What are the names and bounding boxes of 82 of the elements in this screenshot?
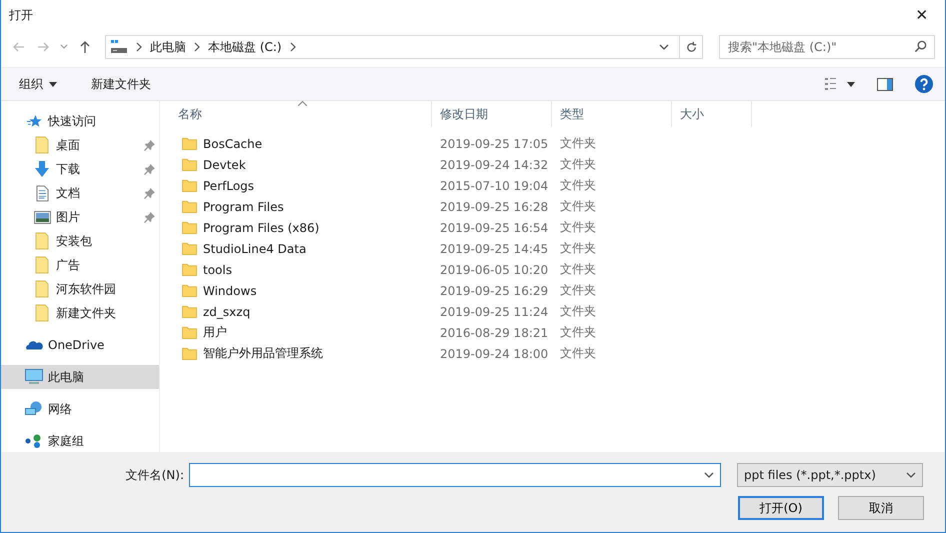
file-row[interactable]: tools 2019-06-05 10:20 文件夹 — [170, 259, 945, 280]
nav-item[interactable]: 下载 — [1, 157, 159, 181]
new-folder-button[interactable]: 新建文件夹 — [85, 72, 157, 96]
drive-icon — [110, 39, 128, 55]
pin-icon[interactable] — [144, 212, 155, 222]
star-icon — [26, 114, 42, 128]
nav-item[interactable]: 家庭组 — [1, 429, 159, 453]
document-icon — [36, 184, 48, 202]
folder-icon — [182, 137, 197, 150]
network-icon — [25, 401, 43, 417]
file-row[interactable]: PerfLogs 2015-07-10 19:04 文件夹 — [170, 175, 945, 196]
folder-icon — [35, 304, 49, 322]
pin-icon[interactable] — [144, 164, 155, 174]
file-row[interactable]: Program Files 2019-09-25 16:28 文件夹 — [170, 196, 945, 217]
view-options-icon[interactable] — [825, 77, 855, 91]
open-button[interactable]: 打开(O) — [738, 496, 824, 520]
folder-icon — [182, 221, 197, 234]
cloud-icon — [25, 339, 43, 351]
chevron-right-icon[interactable] — [290, 42, 296, 52]
folder-icon — [35, 256, 49, 274]
folder-icon — [182, 242, 197, 255]
nav-item[interactable]: 新建文件夹 — [1, 301, 159, 325]
folder-icon — [35, 280, 49, 298]
download-arrow-icon — [34, 161, 50, 177]
close-button[interactable]: ✕ — [899, 0, 945, 30]
window-title: 打开 — [9, 6, 34, 24]
preview-pane-icon[interactable] — [877, 78, 893, 90]
file-row[interactable]: Windows 2019-09-25 16:29 文件夹 — [170, 280, 945, 301]
column-header[interactable]: 大小 — [672, 101, 752, 127]
file-row[interactable]: StudioLine4 Data 2019-09-25 14:45 文件夹 — [170, 238, 945, 259]
organize-menu-button[interactable]: 组织 — [13, 72, 63, 96]
chevron-down-icon[interactable] — [659, 42, 669, 52]
folder-icon — [35, 136, 49, 154]
chevron-right-icon[interactable] — [136, 42, 142, 52]
column-header[interactable]: 类型 — [552, 101, 672, 127]
nav-item[interactable]: 快速访问 — [1, 109, 159, 133]
breadcrumb-item[interactable]: 此电脑 — [150, 38, 186, 56]
search-field[interactable]: 搜索"本地磁盘 (C:)" — [719, 35, 935, 59]
file-row[interactable]: Devtek 2019-09-24 14:32 文件夹 — [170, 154, 945, 175]
chevron-down-icon — [906, 470, 916, 480]
refresh-icon — [684, 40, 698, 54]
nav-item[interactable]: 广告 — [1, 253, 159, 277]
search-icon — [914, 40, 927, 53]
address-bar[interactable]: 此电脑 本地磁盘 (C:) — [105, 35, 703, 59]
nav-item[interactable]: 文档 — [1, 181, 159, 205]
pin-icon[interactable] — [144, 140, 155, 150]
folder-icon — [35, 232, 49, 250]
filename-label: 文件名(N): — [124, 466, 185, 484]
file-row[interactable]: 智能户外用品管理系统 2019-09-24 18:00 文件夹 — [170, 343, 945, 364]
help-icon[interactable] — [915, 75, 933, 93]
folder-icon — [182, 158, 197, 171]
file-row[interactable]: BosCache 2019-09-25 17:05 文件夹 — [170, 133, 945, 154]
nav-item[interactable]: 安装包 — [1, 229, 159, 253]
folder-icon — [182, 200, 197, 213]
breadcrumb-item[interactable]: 本地磁盘 (C:) — [208, 38, 282, 56]
folder-icon — [182, 179, 197, 192]
monitor-icon — [25, 369, 43, 385]
nav-item[interactable]: 河东软件园 — [1, 277, 159, 301]
folder-icon — [182, 326, 197, 339]
folder-icon — [182, 263, 197, 276]
filename-field[interactable] — [189, 463, 721, 487]
nav-item[interactable]: 桌面 — [1, 133, 159, 157]
chevron-down-icon[interactable] — [704, 470, 714, 480]
nav-item[interactable]: 图片 — [1, 205, 159, 229]
file-type-dropdown[interactable]: ppt files (*.ppt,*.pptx) — [737, 463, 923, 487]
cancel-button[interactable]: 取消 — [838, 496, 924, 520]
folder-icon — [182, 305, 197, 318]
file-row[interactable]: Program Files (x86) 2019-09-25 16:54 文件夹 — [170, 217, 945, 238]
chevron-right-icon[interactable] — [194, 42, 200, 52]
column-header[interactable]: 修改日期 — [432, 101, 552, 127]
file-row[interactable]: zd_sxzq 2019-09-25 11:24 文件夹 — [170, 301, 945, 322]
picture-icon — [34, 210, 50, 224]
caret-down-icon — [49, 82, 57, 86]
column-header[interactable]: 名称 — [170, 101, 432, 127]
homegroup-icon — [25, 434, 43, 448]
nav-item[interactable]: OneDrive — [1, 333, 159, 357]
pin-icon[interactable] — [144, 188, 155, 198]
folder-icon — [182, 347, 197, 360]
nav-item[interactable]: 网络 — [1, 397, 159, 421]
folder-icon — [182, 284, 197, 297]
nav-item[interactable]: 此电脑 — [1, 365, 159, 389]
file-row[interactable]: 用户 2016-08-29 18:21 文件夹 — [170, 322, 945, 343]
